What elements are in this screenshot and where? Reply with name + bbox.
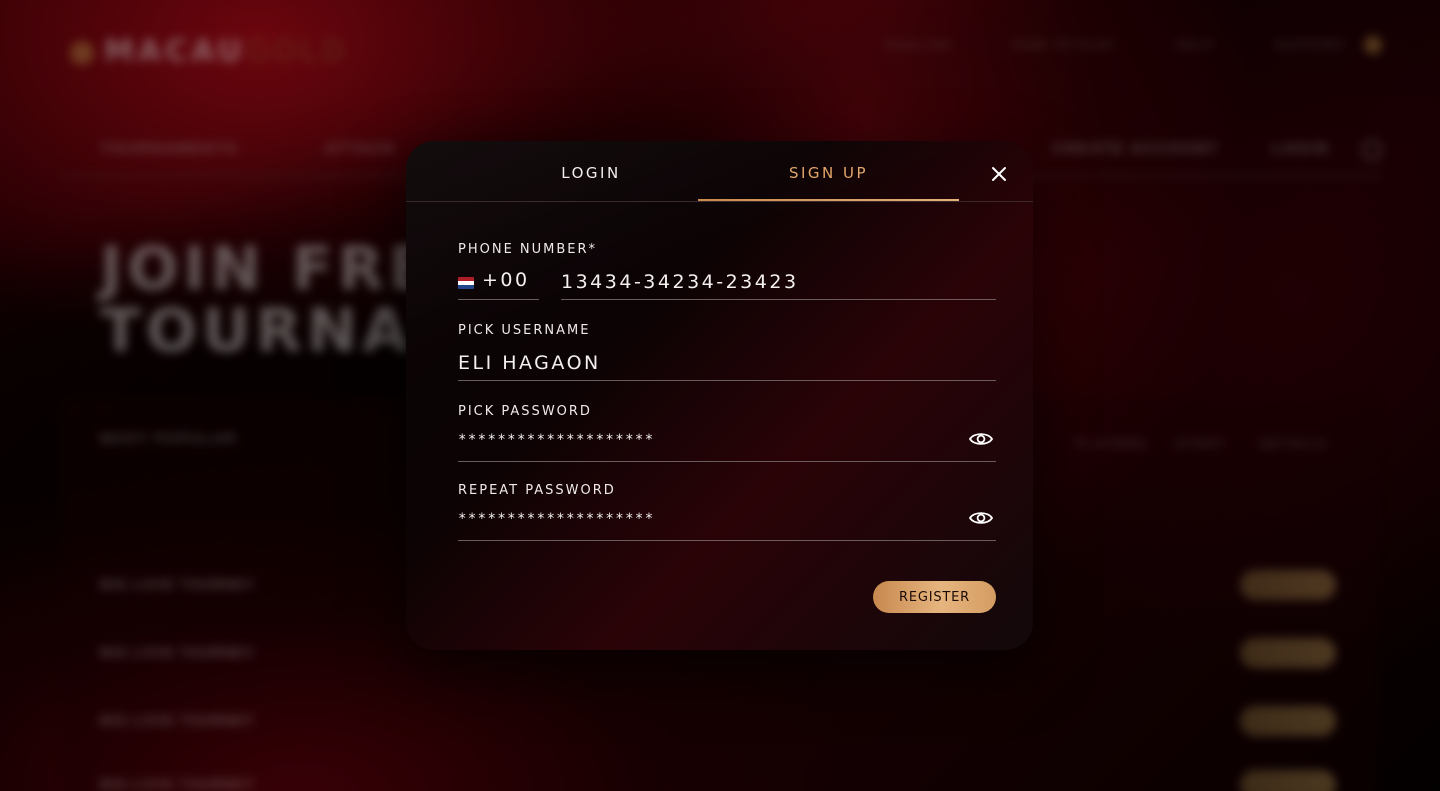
repeat-password-label: REPEAT PASSWORD — [458, 483, 616, 498]
active-tab-indicator — [698, 199, 959, 201]
eye-icon[interactable] — [969, 431, 993, 447]
register-button[interactable]: REGISTER — [873, 581, 996, 613]
phone-number-label: PHONE NUMBER* — [458, 242, 598, 257]
password-label: PICK PASSWORD — [458, 404, 592, 419]
netherlands-flag-icon[interactable] — [458, 277, 474, 289]
auth-modal: LOGIN SIGN UP PHONE NUMBER* +00 PICK USE… — [406, 141, 1033, 650]
country-code-select[interactable]: +00 — [482, 269, 530, 291]
modal-tab-bar: LOGIN SIGN UP — [406, 141, 1033, 202]
username-input[interactable] — [458, 350, 988, 376]
page: MACAUGOLD ENGLISH HOW TO PLAY HELP SUPPO… — [0, 0, 1440, 791]
username-label: PICK USERNAME — [458, 323, 591, 338]
password-input[interactable]: ******************** — [458, 432, 655, 448]
close-icon[interactable] — [988, 163, 1010, 185]
tab-sign-up[interactable]: SIGN UP — [698, 141, 959, 201]
phone-number-input[interactable] — [561, 269, 991, 295]
phone-number-underline — [561, 299, 996, 300]
country-code-underline — [458, 299, 539, 300]
repeat-password-input[interactable]: ******************** — [458, 511, 655, 527]
password-underline — [458, 461, 996, 462]
tab-login[interactable]: LOGIN — [460, 141, 722, 201]
repeat-password-underline — [458, 540, 996, 541]
username-underline — [458, 380, 996, 381]
eye-icon[interactable] — [969, 510, 993, 526]
